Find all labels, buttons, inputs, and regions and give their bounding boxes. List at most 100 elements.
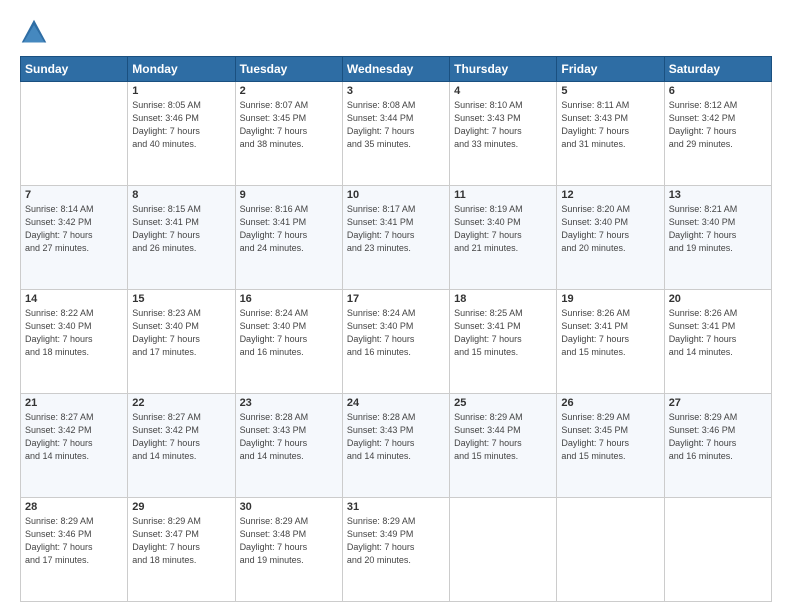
calendar-week-4: 28 Sunrise: 8:29 AMSunset: 3:46 PMDayligh… [21,498,772,602]
day-info: Sunrise: 8:29 AMSunset: 3:45 PMDaylight:… [561,411,659,463]
day-number: 22 [132,397,230,409]
day-info: Sunrise: 8:28 AMSunset: 3:43 PMDaylight:… [347,411,445,463]
calendar-week-1: 7Sunrise: 8:14 AMSunset: 3:42 PMDaylight… [21,186,772,290]
day-info: Sunrise: 8:08 AMSunset: 3:44 PMDaylight:… [347,99,445,151]
calendar-cell: 6 Sunrise: 8:12 AMSunset: 3:42 PMDaylight… [664,82,771,186]
day-info: Sunrise: 8:07 AMSunset: 3:45 PMDaylight:… [240,99,338,151]
day-number: 12 [561,189,659,201]
calendar-cell: 10 Sunrise: 8:17 AMSunset: 3:41 PMDayligh… [342,186,449,290]
logo [20,18,52,46]
day-number: 8 [132,189,230,201]
day-number: 1 [132,85,230,97]
day-number: 13 [669,189,767,201]
calendar-week-3: 21Sunrise: 8:27 AMSunset: 3:42 PMDayligh… [21,394,772,498]
day-number: 4 [454,85,552,97]
calendar-header-wednesday: Wednesday [342,57,449,82]
calendar-cell: 11 Sunrise: 8:19 AMSunset: 3:40 PMDayligh… [450,186,557,290]
day-info: Sunrise: 8:24 AMSunset: 3:40 PMDaylight:… [240,307,338,359]
day-number: 3 [347,85,445,97]
day-info: Sunrise: 8:15 AMSunset: 3:41 PMDaylight:… [132,203,230,255]
day-info: Sunrise: 8:22 AMSunset: 3:40 PMDaylight:… [25,307,123,359]
day-number: 27 [669,397,767,409]
calendar-header-sunday: Sunday [21,57,128,82]
calendar-table: SundayMondayTuesdayWednesdayThursdayFrid… [20,56,772,602]
calendar-cell: 18Sunrise: 8:25 AMSunset: 3:41 PMDayligh… [450,290,557,394]
calendar-cell: 5 Sunrise: 8:11 AMSunset: 3:43 PMDaylight… [557,82,664,186]
calendar-header-tuesday: Tuesday [235,57,342,82]
day-number: 15 [132,293,230,305]
calendar-cell: 24 Sunrise: 8:28 AMSunset: 3:43 PMDayligh… [342,394,449,498]
day-number: 28 [25,501,123,513]
calendar-cell: 17Sunrise: 8:24 AMSunset: 3:40 PMDayligh… [342,290,449,394]
day-number: 5 [561,85,659,97]
day-info: Sunrise: 8:19 AMSunset: 3:40 PMDaylight:… [454,203,552,255]
day-number: 6 [669,85,767,97]
day-number: 9 [240,189,338,201]
day-info: Sunrise: 8:26 AMSunset: 3:41 PMDaylight:… [669,307,767,359]
calendar-header-saturday: Saturday [664,57,771,82]
calendar-cell: 31 Sunrise: 8:29 AMSunset: 3:49 PMDayligh… [342,498,449,602]
calendar-cell: 22 Sunrise: 8:27 AMSunset: 3:42 PMDayligh… [128,394,235,498]
day-number: 25 [454,397,552,409]
calendar-cell: 16 Sunrise: 8:24 AMSunset: 3:40 PMDayligh… [235,290,342,394]
calendar-cell: 13 Sunrise: 8:21 AMSunset: 3:40 PMDayligh… [664,186,771,290]
calendar-cell [557,498,664,602]
day-info: Sunrise: 8:10 AMSunset: 3:43 PMDaylight:… [454,99,552,151]
day-info: Sunrise: 8:05 AMSunset: 3:46 PMDaylight:… [132,99,230,151]
calendar-cell: 25 Sunrise: 8:29 AMSunset: 3:44 PMDayligh… [450,394,557,498]
calendar-cell: 15 Sunrise: 8:23 AMSunset: 3:40 PMDayligh… [128,290,235,394]
calendar-cell: 9 Sunrise: 8:16 AMSunset: 3:41 PMDaylight… [235,186,342,290]
day-number: 14 [25,293,123,305]
day-info: Sunrise: 8:20 AMSunset: 3:40 PMDaylight:… [561,203,659,255]
day-info: Sunrise: 8:29 AMSunset: 3:46 PMDaylight:… [25,515,123,567]
day-info: Sunrise: 8:23 AMSunset: 3:40 PMDaylight:… [132,307,230,359]
day-number: 11 [454,189,552,201]
day-info: Sunrise: 8:14 AMSunset: 3:42 PMDaylight:… [25,203,123,255]
day-number: 16 [240,293,338,305]
calendar-cell: 14 Sunrise: 8:22 AMSunset: 3:40 PMDayligh… [21,290,128,394]
day-info: Sunrise: 8:26 AMSunset: 3:41 PMDaylight:… [561,307,659,359]
logo-icon [20,18,48,46]
day-info: Sunrise: 8:12 AMSunset: 3:42 PMDaylight:… [669,99,767,151]
day-number: 20 [669,293,767,305]
day-number: 30 [240,501,338,513]
calendar-cell [450,498,557,602]
day-number: 19 [561,293,659,305]
day-info: Sunrise: 8:21 AMSunset: 3:40 PMDaylight:… [669,203,767,255]
day-number: 2 [240,85,338,97]
page: SundayMondayTuesdayWednesdayThursdayFrid… [0,0,792,612]
day-info: Sunrise: 8:17 AMSunset: 3:41 PMDaylight:… [347,203,445,255]
calendar-cell: 21Sunrise: 8:27 AMSunset: 3:42 PMDayligh… [21,394,128,498]
day-info: Sunrise: 8:29 AMSunset: 3:49 PMDaylight:… [347,515,445,567]
calendar-header-friday: Friday [557,57,664,82]
calendar-cell: 8 Sunrise: 8:15 AMSunset: 3:41 PMDaylight… [128,186,235,290]
calendar-week-2: 14 Sunrise: 8:22 AMSunset: 3:40 PMDayligh… [21,290,772,394]
calendar-cell: 20 Sunrise: 8:26 AMSunset: 3:41 PMDayligh… [664,290,771,394]
day-number: 10 [347,189,445,201]
day-info: Sunrise: 8:29 AMSunset: 3:44 PMDaylight:… [454,411,552,463]
calendar-cell: 26 Sunrise: 8:29 AMSunset: 3:45 PMDayligh… [557,394,664,498]
calendar-cell: 29 Sunrise: 8:29 AMSunset: 3:47 PMDayligh… [128,498,235,602]
calendar-header-monday: Monday [128,57,235,82]
calendar-cell: 30Sunrise: 8:29 AMSunset: 3:48 PMDayligh… [235,498,342,602]
day-info: Sunrise: 8:27 AMSunset: 3:42 PMDaylight:… [25,411,123,463]
day-info: Sunrise: 8:27 AMSunset: 3:42 PMDaylight:… [132,411,230,463]
calendar-cell: 1 Sunrise: 8:05 AMSunset: 3:46 PMDaylight… [128,82,235,186]
calendar-header-thursday: Thursday [450,57,557,82]
day-number: 24 [347,397,445,409]
day-number: 31 [347,501,445,513]
day-number: 29 [132,501,230,513]
calendar-cell: 4 Sunrise: 8:10 AMSunset: 3:43 PMDaylight… [450,82,557,186]
day-info: Sunrise: 8:29 AMSunset: 3:47 PMDaylight:… [132,515,230,567]
calendar-cell: 27Sunrise: 8:29 AMSunset: 3:46 PMDayligh… [664,394,771,498]
calendar-cell [21,82,128,186]
calendar-cell: 28 Sunrise: 8:29 AMSunset: 3:46 PMDayligh… [21,498,128,602]
calendar-cell [664,498,771,602]
day-number: 26 [561,397,659,409]
day-number: 18 [454,293,552,305]
day-info: Sunrise: 8:16 AMSunset: 3:41 PMDaylight:… [240,203,338,255]
calendar-cell: 19 Sunrise: 8:26 AMSunset: 3:41 PMDayligh… [557,290,664,394]
calendar-week-0: 1 Sunrise: 8:05 AMSunset: 3:46 PMDaylight… [21,82,772,186]
day-number: 23 [240,397,338,409]
day-info: Sunrise: 8:11 AMSunset: 3:43 PMDaylight:… [561,99,659,151]
